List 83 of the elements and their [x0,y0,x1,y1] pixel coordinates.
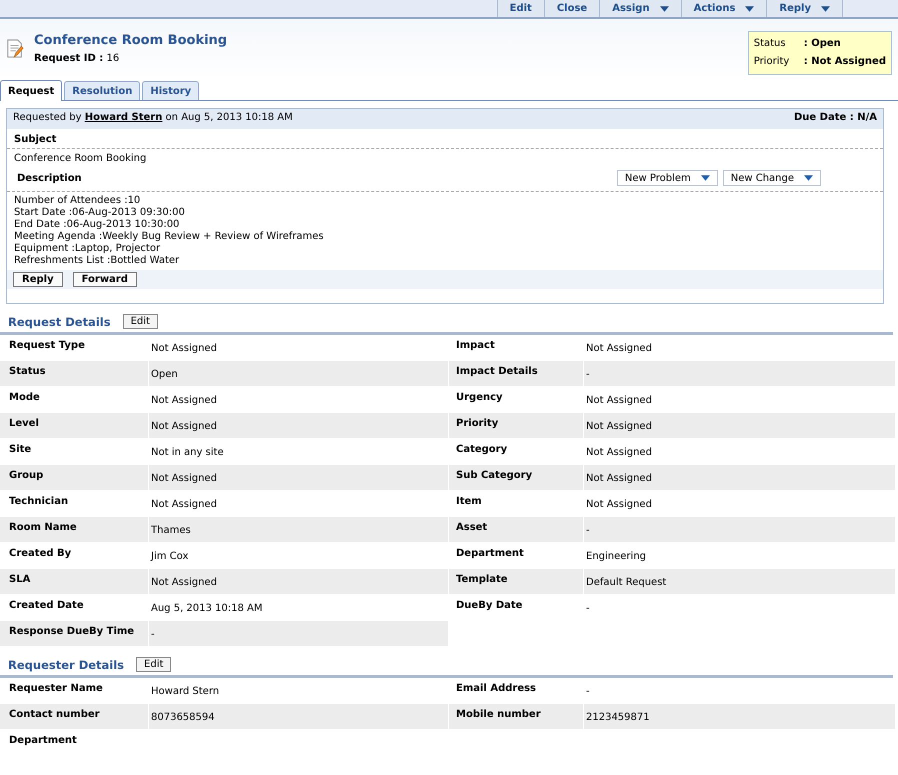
field-value: Not Assigned [586,473,652,484]
dropdown-button[interactable]: New Change [722,170,821,186]
field-value: Not Assigned [586,343,652,354]
field-value: 2123459871 [586,712,650,723]
field-value: - [586,525,590,536]
edit-button[interactable]: Edit [136,657,172,672]
field-value: - [586,686,590,697]
tab[interactable]: Resolution [64,81,140,100]
field-value: Not Assigned [151,577,217,588]
field-value: 8073658594 [151,712,215,723]
field-value: Not Assigned [151,395,217,406]
status-label: Priority [754,55,790,69]
field-label: Room Name [0,517,148,543]
field-label: Asset [449,517,583,543]
description-line: Number of Attendees :10 [14,195,142,207]
field-label: Department [0,730,148,756]
caret-icon [804,175,813,181]
field-value: Not Assigned [151,343,217,354]
field-value: Not Assigned [151,499,217,510]
field-label: Mobile number [449,704,583,730]
field-value: Howard Stern [151,686,220,697]
field-value: Not Assigned [586,421,652,432]
request-id-label: Request ID : [34,53,104,64]
field-label: SLA [0,569,148,595]
field-value: Engineering [586,551,646,562]
caret-icon [821,6,830,12]
description-line: Start Date :06-Aug-2013 09:30:00 [14,207,186,219]
field-label: Contact number [0,704,148,730]
subject-text: Conference Room Booking [13,152,148,166]
tab[interactable]: History [142,81,200,100]
field-label: DueBy Date [449,595,583,621]
section-title: Request Details [8,314,111,328]
field-value: Not Assigned [586,395,652,406]
action-button[interactable]: Reply [13,272,63,287]
caret-icon [700,175,710,181]
field-value: Not in any site [151,447,224,458]
field-label: Response DueBy Time [0,621,148,647]
field-value: Not Assigned [586,499,652,510]
description-label: Description [17,172,82,184]
action-button[interactable]: Forward [72,272,137,287]
field-value: Not Assigned [586,447,652,458]
field-value: - [586,369,590,380]
due-date: Due Date : N/A [794,112,877,125]
field-label: Impact Details [449,361,583,387]
description-line: Equipment :Laptop, Projector [14,243,162,255]
description-line: End Date :06-Aug-2013 10:30:00 [14,219,180,231]
toolbar-button[interactable]: Close [544,0,600,17]
field-value: Jim Cox [151,551,188,562]
request-id-value: 16 [106,53,120,64]
status-value: : Not Assigned [804,56,886,67]
toolbar-button[interactable]: Actions [680,0,766,17]
caret-icon [660,6,669,12]
field-label: Priority [449,413,583,439]
dropdown-button[interactable]: New Problem [616,170,718,186]
field-value: Open [151,369,178,380]
edit-button[interactable]: Edit [122,314,158,329]
field-value: Default Request [586,577,666,588]
field-label: Level [0,413,148,439]
section-title: Requester Details [8,658,124,672]
field-label: Template [449,569,583,595]
tab[interactable]: Request [0,80,62,101]
toolbar-button[interactable]: Edit [496,0,544,17]
field-label: Group [0,465,148,491]
description-line: Refreshments List :Bottled Water [14,255,180,267]
field-value: Aug 5, 2013 10:18 AM [151,603,263,614]
requester-link[interactable]: Howard Stern [84,112,162,123]
requested-by-text: Requested by Howard Stern on Aug 5, 2013 10:18 AM [13,112,293,125]
document-pencil-icon [6,38,24,60]
field-value: - [586,603,590,614]
caret-icon [745,6,754,12]
field-value: - [151,629,155,640]
description-line: Meeting Agenda :Weekly Bug Review + Review of Wireframes [14,231,325,243]
field-label: Sub Category [449,465,583,491]
subject-label: Subject [7,129,883,149]
field-value: Not Assigned [151,421,217,432]
field-label: Status [0,361,148,387]
status-value: : Open [804,38,841,49]
field-value: Thames [151,525,191,536]
toolbar-button[interactable]: Reply [766,0,843,17]
status-label: Status [754,37,787,51]
toolbar-button[interactable]: Assign [599,0,681,17]
field-value: Not Assigned [151,473,217,484]
request-title: Conference Room Booking [34,33,228,48]
